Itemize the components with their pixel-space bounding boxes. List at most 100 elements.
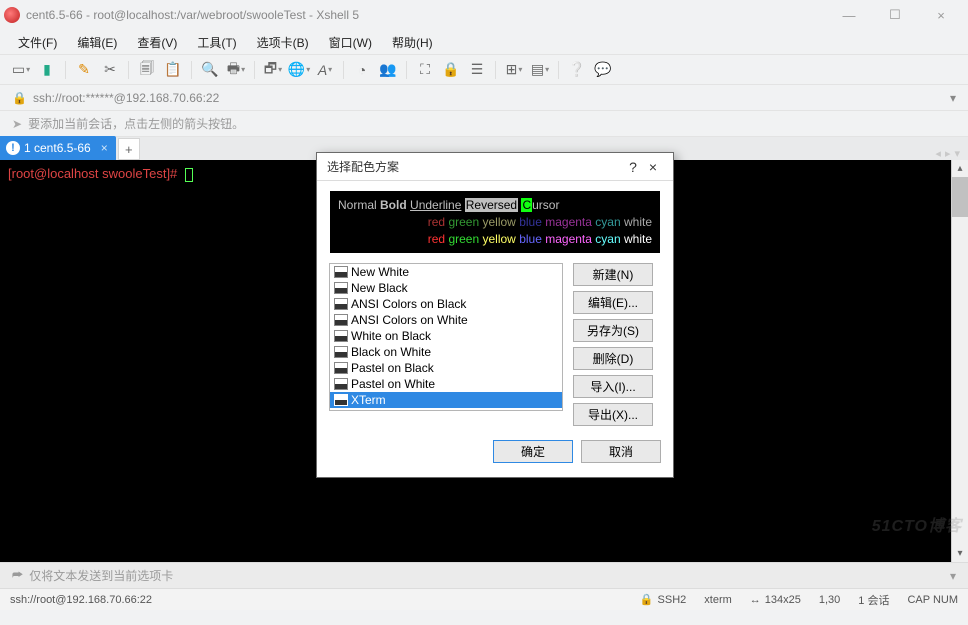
terminal-cursor xyxy=(185,168,193,182)
tab-list-icon[interactable]: ▾ xyxy=(954,147,960,160)
send-icon[interactable]: ⮫ xyxy=(12,568,23,583)
window-title: cent6.5-66 - root@localhost:/var/webroot… xyxy=(26,8,359,22)
address-dropdown-icon[interactable]: ▾ xyxy=(950,91,956,105)
menu-tools[interactable]: 工具(T) xyxy=(189,32,244,53)
maximize-button[interactable]: ☐ xyxy=(872,0,918,30)
menu-edit[interactable]: 编辑(E) xyxy=(69,32,125,53)
app-icon xyxy=(4,7,20,23)
status-caps: CAP NUM xyxy=(907,594,958,606)
size-icon: ↔ xyxy=(750,594,761,606)
addtab-icon[interactable]: ⊞▾ xyxy=(503,59,525,81)
scheme-item[interactable]: ANSI Colors on Black xyxy=(330,296,562,312)
scheme-swatch-icon xyxy=(334,266,348,278)
address-text[interactable]: ssh://root:******@192.168.70.66:22 xyxy=(33,91,219,105)
scheme-swatch-icon xyxy=(334,378,348,390)
terminal-scrollbar[interactable]: ▴ ▾ xyxy=(951,160,968,562)
scheme-item[interactable]: Pastel on Black xyxy=(330,360,562,376)
new-tab-button[interactable]: + xyxy=(118,138,140,160)
globe-icon[interactable]: 🌐▾ xyxy=(288,59,310,81)
dialog-title: 选择配色方案 xyxy=(327,158,399,175)
search-icon[interactable]: 🔍 xyxy=(199,59,221,81)
users-icon[interactable]: 👥 xyxy=(377,59,399,81)
scheme-swatch-icon xyxy=(334,314,348,326)
tab-close-icon[interactable]: × xyxy=(101,141,108,155)
scheme-item[interactable]: Black on White xyxy=(330,344,562,360)
status-term: xterm xyxy=(704,594,732,606)
scheme-item[interactable]: Pastel on White xyxy=(330,376,562,392)
lock-icon[interactable]: 🔒 xyxy=(440,59,462,81)
scheme-item[interactable]: White on Black xyxy=(330,328,562,344)
menu-help[interactable]: 帮助(H) xyxy=(384,32,441,53)
dialog-titlebar[interactable]: 选择配色方案 ? × xyxy=(317,153,673,181)
status-proto: SSH2 xyxy=(658,594,687,606)
ok-button[interactable]: 确定 xyxy=(493,440,573,463)
terminal-prompt: [root@localhost swooleTest]# xyxy=(8,166,177,181)
scheme-list[interactable]: New WhiteNew BlackANSI Colors on Black AN… xyxy=(329,263,563,411)
menubar: 文件(F) 编辑(E) 查看(V) 工具(T) 选项卡(B) 窗口(W) 帮助(… xyxy=(0,30,968,54)
delete-scheme-button[interactable]: 删除(D) xyxy=(573,347,653,370)
fullscreen-icon[interactable]: ⛶ xyxy=(414,59,436,81)
scheme-item-label: Pastel on White xyxy=(351,377,435,391)
tab-status-icon: ! xyxy=(6,141,20,155)
add-icon[interactable]: ▮ xyxy=(36,59,58,81)
send-dropdown-icon[interactable]: ▾ xyxy=(950,569,956,583)
color-scheme-dialog: 选择配色方案 ? × Normal Bold Underline Reverse… xyxy=(316,152,674,478)
saveas-scheme-button[interactable]: 另存为(S) xyxy=(573,319,653,342)
scheme-item-label: ANSI Colors on Black xyxy=(351,297,466,311)
hint-arrow-icon[interactable]: ➤ xyxy=(12,117,22,131)
print-icon[interactable]: 🖶▾ xyxy=(225,59,247,81)
scroll-up-icon[interactable]: ▴ xyxy=(952,160,968,177)
import-scheme-button[interactable]: 导入(I)... xyxy=(573,375,653,398)
menu-view[interactable]: 查看(V) xyxy=(129,32,185,53)
paste-icon[interactable]: 📋 xyxy=(162,59,184,81)
tab-session-1[interactable]: ! 1 cent6.5-66 × xyxy=(0,136,116,160)
dialog-close-icon[interactable]: × xyxy=(643,159,663,175)
menu-window[interactable]: 窗口(W) xyxy=(321,32,380,53)
connection-lock-icon: 🔒 xyxy=(12,91,27,105)
tab-next-icon[interactable]: ▸ xyxy=(945,147,951,160)
send-bar: ⮫ 仅将文本发送到当前选项卡 ▾ xyxy=(0,562,968,588)
help-icon[interactable]: ❔ xyxy=(566,59,588,81)
font-icon[interactable]: A▾ xyxy=(314,59,336,81)
titlebar: cent6.5-66 - root@localhost:/var/webroot… xyxy=(0,0,968,30)
scheme-item-label: ANSI Colors on White xyxy=(351,313,468,327)
scroll-down-icon[interactable]: ▾ xyxy=(952,545,968,562)
status-lock-icon: 🔒 xyxy=(640,593,654,606)
edit-scheme-button[interactable]: 编辑(E)... xyxy=(573,291,653,314)
new-session-icon[interactable]: ▭▾ xyxy=(10,59,32,81)
new-scheme-button[interactable]: 新建(N) xyxy=(573,263,653,286)
feedback-icon[interactable]: 💬 xyxy=(592,59,614,81)
copy-icon[interactable]: 🗐 xyxy=(136,59,158,81)
disconnect-icon[interactable]: ✂ xyxy=(99,59,121,81)
close-window-button[interactable]: × xyxy=(918,0,964,30)
scheme-item-label: Black on White xyxy=(351,345,431,359)
tab-label: 1 cent6.5-66 xyxy=(24,141,91,155)
tab-prev-icon[interactable]: ◂ xyxy=(935,147,941,160)
scheme-swatch-icon xyxy=(334,346,348,358)
address-bar: 🔒 ssh://root:******@192.168.70.66:22 ▾ xyxy=(0,84,968,110)
scheme-swatch-icon xyxy=(334,298,348,310)
hint-text: 要添加当前会话，点击左侧的箭头按钮。 xyxy=(28,115,244,132)
minimize-button[interactable]: — xyxy=(826,0,872,30)
script-icon[interactable]: ◔ xyxy=(351,59,373,81)
scheme-item[interactable]: XTerm xyxy=(330,392,562,408)
properties-icon[interactable]: 🗗▾ xyxy=(262,59,284,81)
bold-icon[interactable]: ☰ xyxy=(466,59,488,81)
scheme-item-label: New White xyxy=(351,265,409,279)
scheme-item-label: White on Black xyxy=(351,329,431,343)
status-bar: ssh://root@192.168.70.66:22 🔒SSH2 xterm … xyxy=(0,588,968,610)
scheme-swatch-icon xyxy=(334,282,348,294)
layout-icon[interactable]: ▤▾ xyxy=(529,59,551,81)
status-size: 134x25 xyxy=(765,594,801,606)
dialog-help-icon[interactable]: ? xyxy=(623,159,643,175)
export-scheme-button[interactable]: 导出(X)... xyxy=(573,403,653,426)
reconnect-icon[interactable]: ✎ xyxy=(73,59,95,81)
scheme-item[interactable]: New White xyxy=(330,264,562,280)
status-connection: ssh://root@192.168.70.66:22 xyxy=(10,594,152,606)
menu-file[interactable]: 文件(F) xyxy=(10,32,65,53)
scheme-item[interactable]: New Black xyxy=(330,280,562,296)
cancel-button[interactable]: 取消 xyxy=(581,440,661,463)
scheme-item[interactable]: ANSI Colors on White xyxy=(330,312,562,328)
toolbar: ▭▾ ▮ ✎ ✂ 🗐 📋 🔍 🖶▾ 🗗▾ 🌐▾ A▾ ◔ 👥 ⛶ 🔒 ☰ ⊞▾ … xyxy=(0,54,968,84)
menu-tabs[interactable]: 选项卡(B) xyxy=(249,32,317,53)
